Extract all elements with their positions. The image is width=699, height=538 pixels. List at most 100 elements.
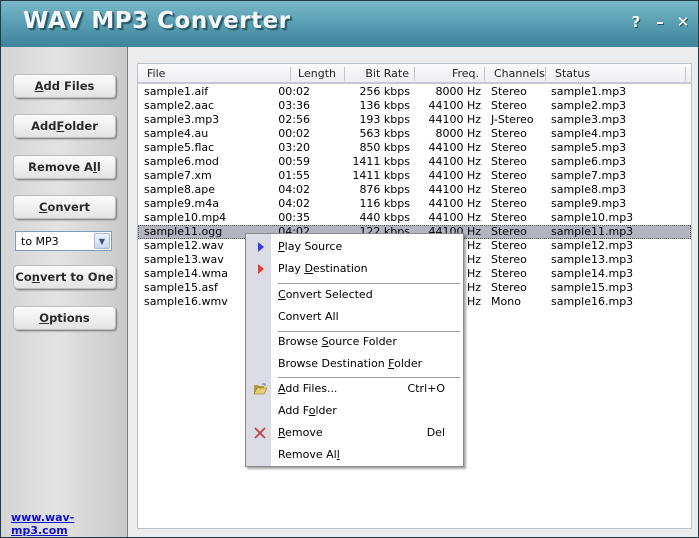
file-frequency: 44100 Hz: [428, 183, 481, 196]
table-row[interactable]: sample2.aac 03:36 136 kbps 44100 Hz Stereo sa…: [138, 99, 691, 113]
file-name: sample11.ogg: [144, 225, 223, 238]
chevron-down-icon[interactable]: ▼: [94, 233, 110, 249]
file-channels: Stereo: [491, 239, 527, 252]
file-status: sample14.mp3: [551, 267, 634, 280]
column-divider[interactable]: [344, 67, 345, 81]
table-row[interactable]: sample8.ape 04:02 876 kbps 44100 Hz Stereo sa…: [138, 183, 691, 197]
column-divider[interactable]: [545, 67, 546, 81]
label-post: ptions: [49, 311, 90, 325]
file-channels: Stereo: [491, 99, 527, 112]
menu-label: Browse Destination Folder: [278, 357, 423, 370]
menu-item-convert-all[interactable]: Convert All: [246, 306, 463, 328]
table-row[interactable]: sample3.mp3 02:56 193 kbps 44100 Hz J-Stereo…: [138, 113, 691, 127]
minimize-button[interactable]: –: [652, 13, 668, 33]
label-pre: Remove A: [28, 160, 93, 174]
menu-label: Add Files...: [278, 382, 338, 395]
file-frequency: 44100 Hz: [428, 99, 481, 112]
file-name: sample6.mod: [144, 155, 219, 168]
table-row[interactable]: sample1.aif 00:02 256 kbps 8000 Hz Stereo sam…: [138, 85, 691, 99]
output-format-value: to MP3: [21, 234, 59, 248]
file-channels: Stereo: [491, 225, 527, 238]
menu-item-add-folder[interactable]: Add Folder: [246, 400, 463, 422]
table-row[interactable]: sample4.au 00:02 563 kbps 8000 Hz Stereo samp…: [138, 127, 691, 141]
file-channels: Stereo: [491, 127, 527, 140]
menu-shortcut: Del: [426, 426, 445, 439]
label-mnemonic: n: [31, 270, 40, 284]
file-name: sample13.wav: [144, 253, 224, 266]
convert-button[interactable]: Convert: [13, 195, 116, 219]
column-header-freq[interactable]: Freq.: [452, 67, 479, 80]
add-folder-button[interactable]: Add Folder: [13, 114, 116, 138]
file-channels: Stereo: [491, 183, 527, 196]
menu-label: Browse Source Folder: [278, 335, 397, 348]
menu-item-browse-source-folder[interactable]: Browse Source Folder: [246, 331, 463, 353]
convert-to-one-button[interactable]: Co n vert to One: [13, 265, 116, 289]
file-channels: Mono: [491, 295, 521, 308]
file-name: sample9.m4a: [144, 197, 219, 210]
menu-item-convert-selected[interactable]: Convert Selected: [246, 284, 463, 306]
label-mnemonic: A: [34, 79, 44, 93]
file-status: sample1.mp3: [551, 85, 627, 98]
column-divider[interactable]: [290, 67, 291, 81]
column-divider[interactable]: [484, 67, 485, 81]
table-row[interactable]: sample5.flac 03:20 850 kbps 44100 Hz Stereo s…: [138, 141, 691, 155]
file-frequency: 44100 Hz: [428, 113, 481, 126]
column-header-channels[interactable]: Channels: [494, 67, 545, 80]
menu-label: Play Source: [278, 240, 343, 253]
table-row[interactable]: sample9.m4a 04:02 116 kbps 44100 Hz Stereo sa…: [138, 197, 691, 211]
file-bitrate: 440 kbps: [359, 211, 410, 224]
menu-item-play-source[interactable]: Play Source: [246, 236, 463, 258]
file-name: sample3.mp3: [144, 113, 220, 126]
column-header-file[interactable]: File: [147, 67, 165, 80]
label-mnemonic: O: [39, 311, 50, 325]
table-row[interactable]: sample10.mp4 00:35 440 kbps 44100 Hz Stereo s…: [138, 211, 691, 225]
sidebar: Add Files Add Folder Remove All Convert …: [1, 47, 128, 537]
file-name: sample14.wma: [144, 267, 228, 280]
options-button[interactable]: Options: [13, 306, 116, 330]
file-channels: Stereo: [491, 253, 527, 266]
column-header-length[interactable]: Length: [298, 67, 336, 80]
file-length: 00:02: [278, 127, 310, 140]
menu-item-browse-destination-folder[interactable]: Browse Destination Folder: [246, 353, 463, 375]
file-length: 00:35: [278, 211, 310, 224]
file-name: sample15.asf: [144, 281, 218, 294]
column-header-bitrate[interactable]: Bit Rate: [365, 67, 409, 80]
file-frequency: Hz: [466, 295, 481, 308]
file-status: sample12.mp3: [551, 239, 634, 252]
output-format-select[interactable]: to MP3 ▼: [15, 231, 112, 251]
table-row[interactable]: sample6.mod 00:59 1411 kbps 44100 Hz Stereo s…: [138, 155, 691, 169]
menu-item-play-destination[interactable]: Play Destination: [246, 258, 463, 280]
file-name: sample5.flac: [144, 141, 215, 154]
column-divider[interactable]: [685, 67, 686, 81]
remove-all-button[interactable]: Remove All: [13, 155, 116, 179]
menu-item-remove[interactable]: Remove Del: [246, 422, 463, 444]
file-name: sample2.aac: [144, 99, 215, 112]
menu-shortcut: Ctrl+O: [407, 382, 445, 395]
file-length: 00:02: [278, 85, 310, 98]
file-bitrate: 850 kbps: [359, 141, 410, 154]
close-button[interactable]: ✕: [675, 13, 691, 33]
menu-label: Convert Selected: [278, 288, 373, 301]
file-channels: Stereo: [491, 281, 527, 294]
menu-item-add-files[interactable]: Add Files... Ctrl+O: [246, 378, 463, 400]
file-status: sample6.mp3: [551, 155, 627, 168]
column-divider[interactable]: [414, 67, 415, 81]
menu-label: Convert All: [278, 310, 339, 323]
title-bar[interactable]: WAV MP3 Converter ? – ✕: [1, 1, 698, 47]
help-button[interactable]: ?: [628, 13, 644, 33]
label-post: older: [64, 119, 98, 133]
file-channels: Stereo: [491, 197, 527, 210]
file-status: sample2.mp3: [551, 99, 627, 112]
file-length: 03:20: [278, 141, 310, 154]
add-files-button[interactable]: Add Files: [13, 74, 116, 98]
file-bitrate: 563 kbps: [359, 127, 410, 140]
list-header: File Length Bit Rate Freq. Channels Stat…: [138, 64, 691, 84]
file-status: sample10.mp3: [551, 211, 634, 224]
file-frequency: 44100 Hz: [428, 169, 481, 182]
website-link[interactable]: www.wav-mp3.com: [11, 511, 127, 537]
column-header-status[interactable]: Status: [555, 67, 590, 80]
file-frequency: Hz: [466, 239, 481, 252]
menu-item-remove-all[interactable]: Remove All: [246, 444, 463, 466]
open-folder-icon: [253, 383, 267, 395]
table-row[interactable]: sample7.xm 01:55 1411 kbps 44100 Hz Stereo sa…: [138, 169, 691, 183]
